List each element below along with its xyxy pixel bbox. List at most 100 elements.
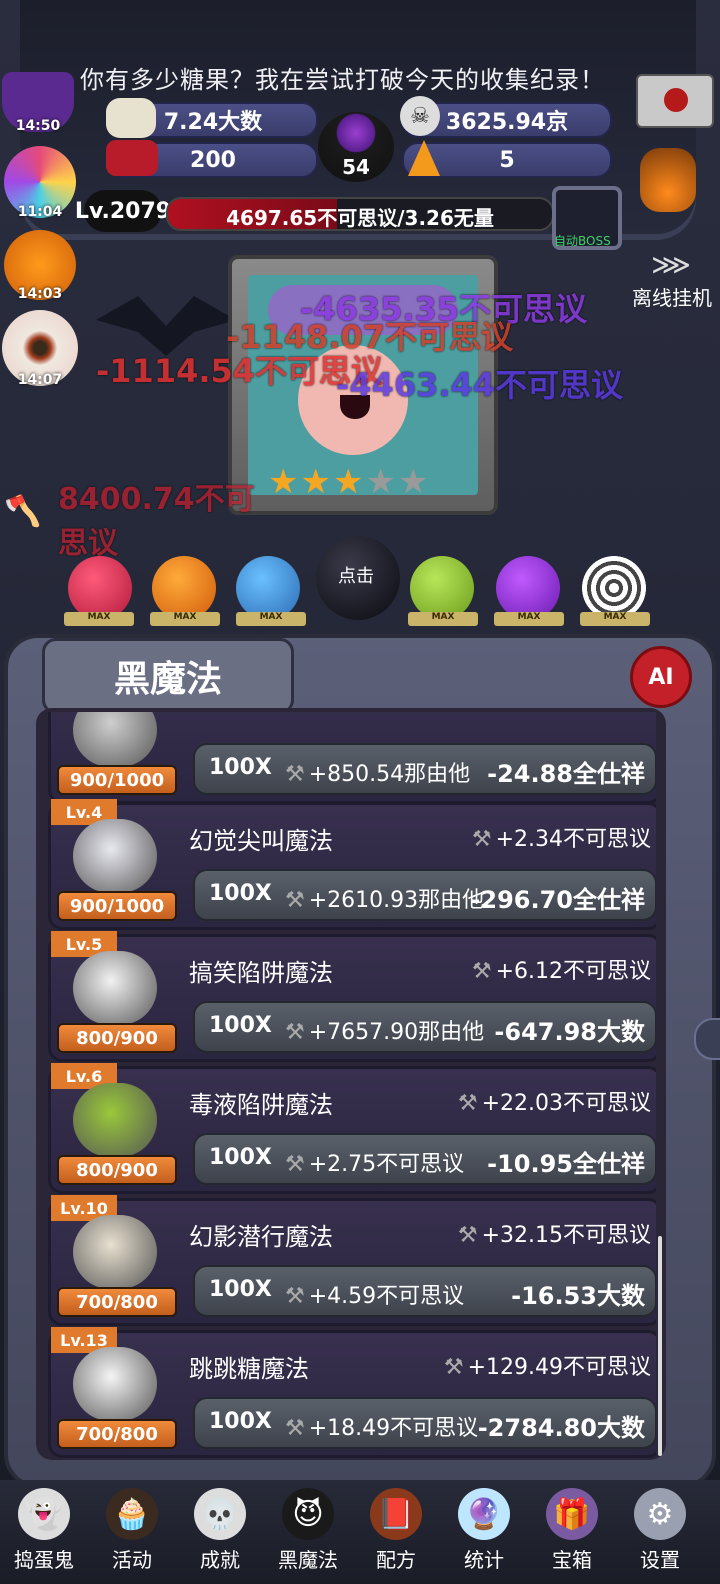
gear-icon: ⚙ bbox=[634, 1488, 686, 1540]
upgrade-cost[interactable]: -24.88全仕祥 bbox=[487, 754, 645, 789]
skill-rate: ⚒ +32.15不可思议 bbox=[457, 1223, 651, 1248]
cauldron-icon[interactable]: 54 bbox=[318, 112, 394, 182]
eyeball-cupcake-icon: 🧁 bbox=[106, 1488, 158, 1540]
skill-card[interactable]: Lv.13 700/800 跳跳糖魔法 ⚒ +129.49不可思议 100X ⚒ +18.49… bbox=[48, 1327, 656, 1458]
skill-card[interactable]: 900/1000 100X ⚒ +850.54那由他 -24.88全仕祥 bbox=[48, 712, 656, 804]
ghost-icon: 👻 bbox=[18, 1488, 70, 1540]
monster-green[interactable] bbox=[410, 556, 474, 620]
nav-item[interactable]: 📕 配方 bbox=[356, 1486, 436, 1582]
nav-label: 设置 bbox=[640, 1548, 680, 1572]
monster-pink[interactable] bbox=[68, 556, 132, 620]
pumpkin-icon[interactable]: 14:03 bbox=[4, 230, 76, 302]
lollipop-icon[interactable]: 11:04 bbox=[4, 146, 76, 220]
upgrade-cost[interactable]: -2784.80大数 bbox=[478, 1408, 645, 1443]
upgrade-bar[interactable]: 100X ⚒ +2.75不可思议 -10.95全仕祥 bbox=[193, 1133, 656, 1185]
headline-text: 你有多少糖果？我在尝试打破今天的收集纪录！ bbox=[80, 66, 605, 94]
skill-avatar-icon bbox=[73, 819, 157, 893]
nav-item[interactable]: 😈 黑魔法 bbox=[268, 1486, 348, 1582]
upgrade-multiplier[interactable]: 100X bbox=[209, 1013, 272, 1038]
skill-progress: 800/900 bbox=[57, 1155, 177, 1185]
bottom-nav: 👻 捣蛋鬼 🧁 活动 💀 成就 😈 黑魔法 📕 配方 🔮 统计 🎁 宝箱 ⚙ 设置 bbox=[0, 1480, 720, 1584]
axe-icon: ⚒ bbox=[443, 1355, 464, 1380]
monster-orange[interactable] bbox=[152, 556, 216, 620]
side-handle[interactable] bbox=[694, 1018, 720, 1060]
skill-avatar-icon bbox=[73, 712, 157, 767]
axe-icon: ⚒ bbox=[285, 1284, 305, 1309]
skill-avatar-icon bbox=[73, 1347, 157, 1421]
level-badge: Lv.2079 bbox=[75, 190, 171, 232]
upgrade-cost[interactable]: -296.70全仕祥 bbox=[470, 880, 645, 915]
monster-purple[interactable] bbox=[496, 556, 560, 620]
candy-corn-icon bbox=[408, 140, 440, 176]
upgrade-multiplier[interactable]: 100X bbox=[209, 1145, 272, 1170]
candy-bow-icon bbox=[106, 140, 158, 176]
axe-icon: ⚒ bbox=[285, 1152, 305, 1177]
axe-icon: 🪓 bbox=[4, 494, 42, 529]
skill-list[interactable]: 900/1000 100X ⚒ +850.54那由他 -24.88全仕祥 Lv.4 900/… bbox=[44, 712, 656, 1460]
xp-text: 4697.65不可思议/3.26无量 bbox=[226, 206, 494, 230]
fishbone-icon[interactable]: ⋙ bbox=[636, 244, 706, 284]
max-badge: MAX bbox=[150, 612, 220, 626]
skull-trophy-icon: 💀 bbox=[194, 1488, 246, 1540]
filled-star-icon: ★ bbox=[300, 462, 331, 502]
list-scrollbar[interactable] bbox=[658, 1236, 662, 1456]
monster-swirl[interactable] bbox=[582, 556, 646, 620]
axe-icon: ⚒ bbox=[471, 959, 492, 984]
skill-progress: 900/1000 bbox=[57, 765, 177, 795]
nav-item[interactable]: 🔮 统计 bbox=[444, 1486, 524, 1582]
skill-avatar-icon bbox=[73, 951, 157, 1025]
upgrade-multiplier[interactable]: 100X bbox=[209, 1277, 272, 1302]
skill-avatar-icon bbox=[73, 1215, 157, 1289]
offline-label[interactable]: 离线挂机 bbox=[632, 282, 712, 311]
upgrade-cost[interactable]: -647.98大数 bbox=[494, 1012, 645, 1047]
skill-card[interactable]: Lv.10 700/800 幻影潜行魔法 ⚒ +32.15不可思议 100X ⚒ +4.59不… bbox=[48, 1195, 656, 1326]
nav-label: 配方 bbox=[376, 1548, 416, 1572]
skill-name: 搞笑陷阱魔法 bbox=[189, 959, 333, 987]
demon-icon: 😈 bbox=[282, 1488, 334, 1540]
eyeball-icon[interactable]: 14:07 bbox=[2, 310, 78, 388]
skill-card[interactable]: Lv.5 800/900 搞笑陷阱魔法 ⚒ +6.12不可思议 100X ⚒ +7657.90… bbox=[48, 931, 656, 1062]
skill-rate: ⚒ +6.12不可思议 bbox=[471, 959, 651, 984]
skill-card[interactable]: Lv.6 800/900 毒液陷阱魔法 ⚒ +22.03不可思议 100X ⚒ +2.75不可… bbox=[48, 1063, 656, 1194]
pumpkin-potion-icon[interactable] bbox=[640, 148, 696, 212]
nav-label: 活动 bbox=[112, 1548, 152, 1572]
upgrade-bar[interactable]: 100X ⚒ +850.54那由他 -24.88全仕祥 bbox=[193, 743, 656, 795]
upgrade-multiplier[interactable]: 100X bbox=[209, 755, 272, 780]
upgrade-multiplier[interactable]: 100X bbox=[209, 1409, 272, 1434]
upgrade-gain: ⚒ +2.75不可思议 bbox=[285, 1152, 465, 1177]
upgrade-cost[interactable]: -16.53大数 bbox=[511, 1276, 645, 1311]
upgrade-bar[interactable]: 100X ⚒ +2610.93那由他 -296.70全仕祥 bbox=[193, 869, 656, 921]
nav-item[interactable]: 🎁 宝箱 bbox=[532, 1486, 612, 1582]
tap-label: 点击 bbox=[338, 566, 374, 587]
axe-icon: ⚒ bbox=[285, 1416, 305, 1441]
upgrade-cost[interactable]: -10.95全仕祥 bbox=[487, 1144, 645, 1179]
upgrade-bar[interactable]: 100X ⚒ +7657.90那由他 -647.98大数 bbox=[193, 1001, 656, 1053]
upgrade-bar[interactable]: 100X ⚒ +4.59不可思议 -16.53大数 bbox=[193, 1265, 656, 1317]
nav-item[interactable]: 👻 捣蛋鬼 bbox=[4, 1486, 84, 1582]
mail-icon[interactable] bbox=[636, 74, 714, 128]
skill-name: 幻觉尖叫魔法 bbox=[189, 827, 333, 855]
candy-bag-icon bbox=[106, 98, 156, 138]
max-badge: MAX bbox=[580, 612, 650, 626]
skill-name: 跳跳糖魔法 bbox=[189, 1355, 309, 1383]
max-badge: MAX bbox=[494, 612, 564, 626]
skill-avatar-icon bbox=[73, 1083, 157, 1157]
ai-button[interactable]: AI bbox=[630, 646, 692, 708]
upgrade-bar[interactable]: 100X ⚒ +18.49不可思议 -2784.80大数 bbox=[193, 1397, 656, 1449]
witch-hat-icon[interactable]: 14:50 bbox=[2, 72, 74, 134]
axe-icon: ⚒ bbox=[285, 762, 305, 787]
damage-floater: -4463.44不可思议 bbox=[336, 366, 624, 404]
skill-card[interactable]: Lv.4 900/1000 幻觉尖叫魔法 ⚒ +2.34不可思议 100X ⚒ +2610.9… bbox=[48, 799, 656, 930]
upgrade-multiplier[interactable]: 100X bbox=[209, 881, 272, 906]
nav-item[interactable]: 🧁 活动 bbox=[92, 1486, 172, 1582]
xp-bar: 4697.65不可思议/3.26无量 bbox=[166, 197, 554, 231]
skull-potion-icon: ☠ bbox=[400, 96, 440, 136]
upgrade-gain: ⚒ +4.59不可思议 bbox=[285, 1284, 465, 1309]
nav-item[interactable]: ⚙ 设置 bbox=[620, 1486, 700, 1582]
panel-title: 黑魔法 bbox=[42, 638, 294, 714]
axe-icon: ⚒ bbox=[285, 888, 305, 913]
empty-star-icon: ★ bbox=[397, 462, 429, 502]
monster-blue[interactable] bbox=[236, 556, 300, 620]
skill-name: 毒液陷阱魔法 bbox=[189, 1091, 333, 1119]
nav-item[interactable]: 💀 成就 bbox=[180, 1486, 260, 1582]
